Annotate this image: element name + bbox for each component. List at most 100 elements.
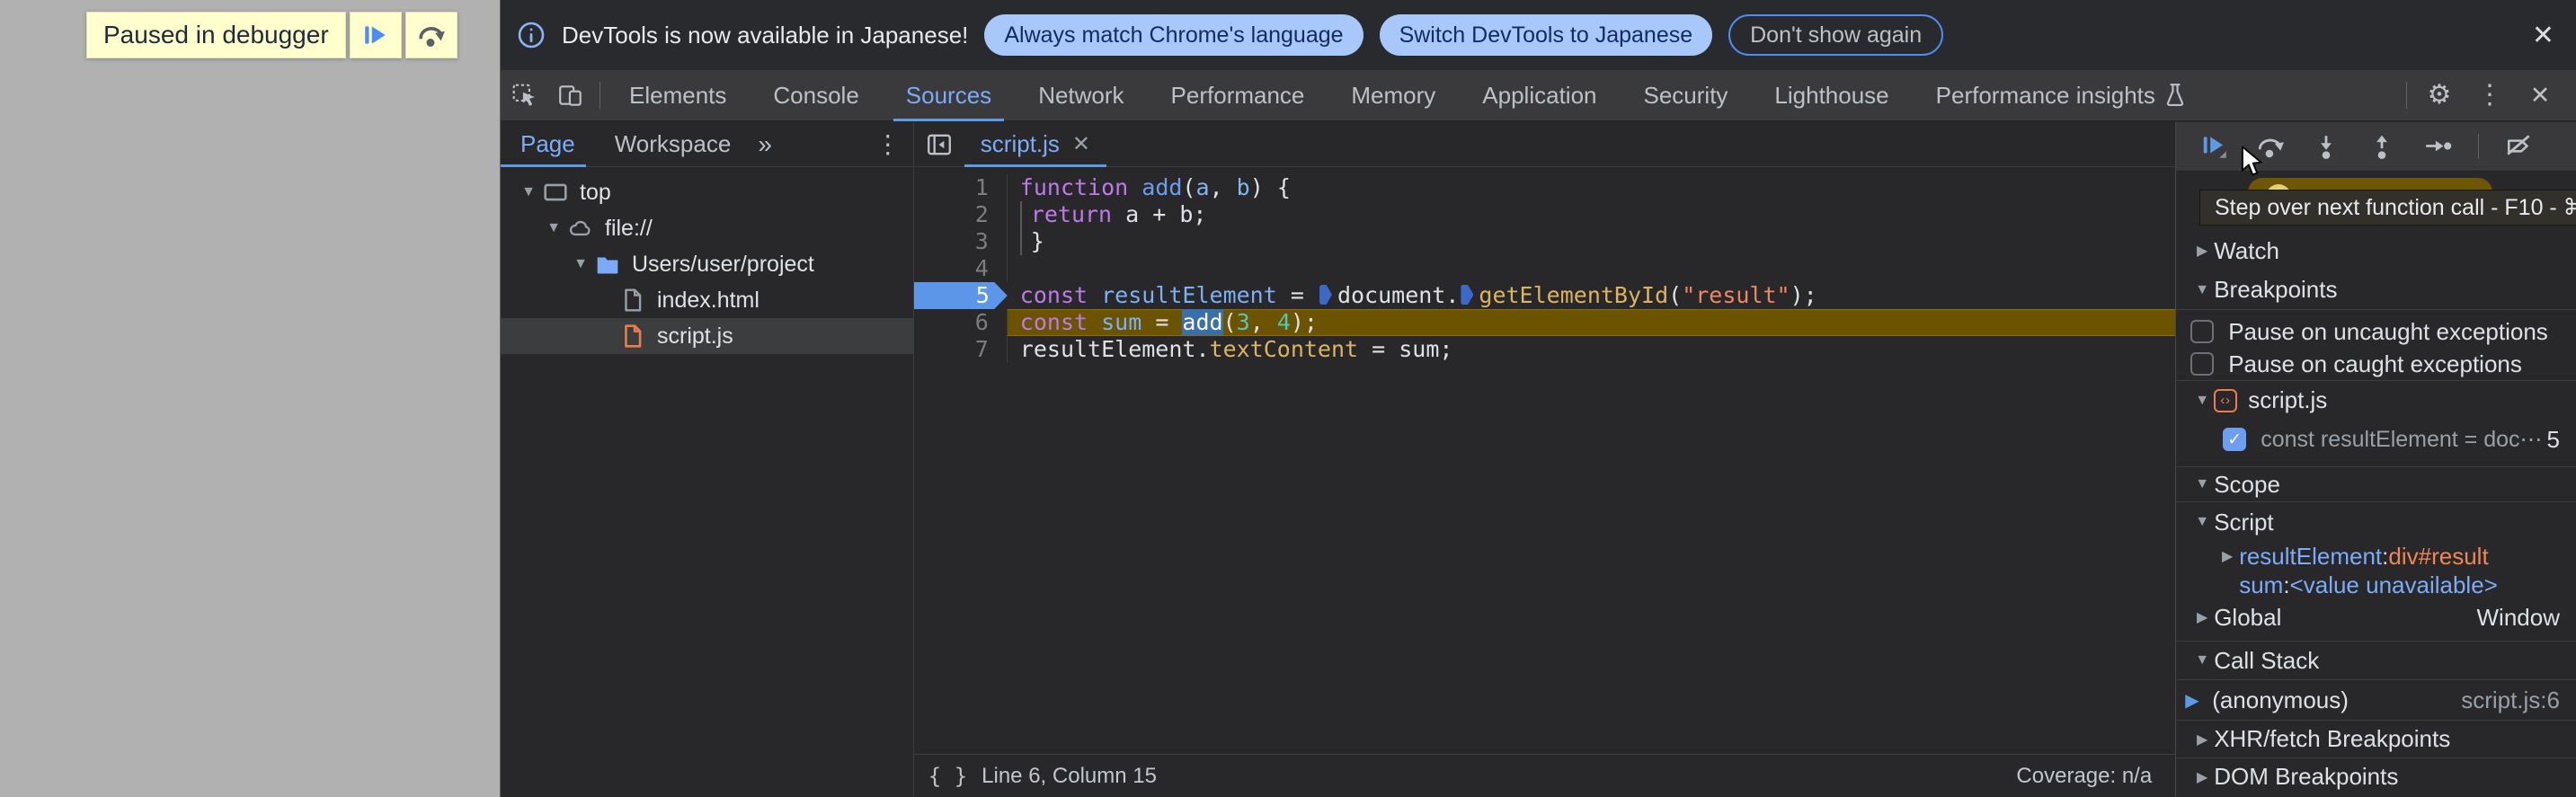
section-scope[interactable]: ▼ Scope (2176, 466, 2576, 502)
more-tabs-chevron[interactable]: » (751, 130, 779, 159)
code-editor[interactable]: 1 function add(a, b) {2 return a + b; 3} 4 5 c… (913, 167, 2176, 754)
paused-in-debugger-overlay: Paused in debugger (86, 12, 457, 58)
navigator-menu-kebab-icon[interactable]: ⋮ (875, 131, 913, 157)
breakpoint-group-script-js[interactable]: ▼ ‹› script.js (2176, 380, 2576, 420)
code-token: a + b; (1125, 201, 1207, 227)
line-number[interactable]: 4 (914, 255, 1008, 282)
code-token: 3 (1236, 309, 1250, 335)
line-number[interactable]: 7 (914, 336, 1008, 363)
code-line[interactable]: function add(a, b) { (1008, 174, 2175, 201)
step-out-of-current-function-button[interactable] (2367, 131, 2397, 162)
tree-item-file-protocol[interactable]: ▼ file:// (501, 210, 913, 246)
scope-script-row[interactable]: ▼ Script (2176, 502, 2576, 542)
pause-caught-row[interactable]: Pause on caught exceptions (2176, 348, 2576, 380)
code-line[interactable]: } (1008, 228, 2175, 255)
caret-right-icon: ▶ (2197, 769, 2208, 785)
switch-devtools-japanese-button[interactable]: Switch DevTools to Japanese (1379, 14, 1713, 56)
scope-var-resultelement[interactable]: ▶ resultElement: div#result (2176, 542, 2576, 571)
devtools-window: DevTools is now available in Japanese! A… (500, 0, 2576, 797)
code-line[interactable]: const resultElement = document. getElemen… (1008, 282, 2175, 309)
pause-uncaught-checkbox[interactable] (2190, 320, 2215, 343)
tab-network[interactable]: Network (1015, 70, 1147, 121)
section-dom-breakpoints[interactable]: ▶ DOM Breakpoints (2176, 757, 2576, 795)
debugger-toolbar (2176, 122, 2576, 172)
frame-icon (540, 181, 571, 204)
tree-item-script-js[interactable]: script.js (501, 318, 913, 354)
breakpoint-checkbox[interactable]: ✓ (2223, 428, 2247, 451)
section-call-stack[interactable]: ▼ Call Stack (2176, 641, 2576, 680)
code-token: sum (1101, 309, 1142, 335)
scope-var-sum[interactable]: sum: <value unavailable> (2176, 571, 2576, 599)
code-token: "result" (1682, 282, 1790, 308)
settings-gear-icon[interactable]: ⚙ (2416, 77, 2463, 113)
code-line[interactable]: const sum = add(3, 4); (1007, 309, 2176, 336)
always-match-language-button[interactable]: Always match Chrome's language (984, 14, 1364, 56)
code-token: add (1141, 174, 1183, 200)
editor-tab-script-js[interactable]: script.js ✕ (964, 122, 1107, 167)
cloud-icon (565, 217, 596, 240)
line-number[interactable]: 6 (914, 309, 1008, 336)
continue-to-here-marker[interactable] (1461, 285, 1474, 305)
breakpoint-line-number: 5 (2546, 425, 2560, 453)
resume-script-execution-button[interactable] (2199, 131, 2230, 162)
scope-global-row[interactable]: ▶ Global Window (2176, 599, 2576, 635)
devtools-menu-kebab-icon[interactable]: ⋮ (2466, 77, 2513, 113)
caret-down-icon: ▼ (546, 220, 561, 235)
tab-page[interactable]: Page (501, 122, 595, 167)
dont-show-again-button[interactable]: Don't show again (1728, 14, 1944, 56)
pretty-print-icon[interactable]: { } (928, 764, 967, 789)
inspect-icon (512, 84, 535, 106)
pause-caught-checkbox[interactable] (2190, 352, 2215, 376)
caret-down-icon: ▼ (521, 184, 536, 199)
section-xhr-breakpoints[interactable]: ▶ XHR/fetch Breakpoints (2176, 720, 2576, 757)
step-icon (2426, 140, 2452, 152)
step-into-next-call-button[interactable] (2311, 131, 2341, 162)
execution-line-number[interactable]: 5 (913, 282, 1008, 309)
line-number[interactable]: 3 (914, 228, 1008, 255)
devtools-close-icon[interactable]: ✕ (2517, 77, 2563, 113)
caret-down-icon: ▼ (2195, 281, 2210, 297)
code-token (1019, 201, 1031, 228)
step-into-icon (2321, 136, 2332, 159)
deactivate-breakpoints-button[interactable] (2504, 131, 2535, 162)
tab-performance-insights[interactable]: Performance insights (1913, 70, 2209, 121)
global-value: Window (2476, 603, 2560, 631)
caret-right-icon: ▶ (2222, 549, 2234, 564)
tree-item-top[interactable]: ▼ top (501, 174, 913, 210)
hide-navigator-button[interactable] (914, 132, 964, 157)
tab-workspace[interactable]: Workspace (595, 122, 751, 167)
code-line[interactable]: return a + b; (1008, 201, 2175, 228)
tab-lighthouse[interactable]: Lighthouse (1751, 70, 1912, 121)
tab-memory[interactable]: Memory (1328, 70, 1459, 121)
code-token: , (1249, 309, 1277, 335)
resume-script-button[interactable] (349, 12, 402, 58)
tree-item-project-folder[interactable]: ▼ Users/user/project (501, 246, 913, 282)
infobar-close-icon[interactable]: ✕ (2532, 20, 2554, 51)
toggle-device-toolbar-button[interactable] (547, 77, 594, 113)
language-infobar: DevTools is now available in Japanese! A… (501, 0, 2576, 70)
tab-sources[interactable]: Sources (883, 70, 1015, 121)
inspect-element-button[interactable] (501, 77, 547, 113)
line-number[interactable]: 2 (914, 201, 1008, 228)
code-line[interactable]: resultElement.textContent = sum; (1008, 336, 2175, 363)
toolbar-separator (2478, 134, 2480, 159)
close-tab-icon[interactable]: ✕ (1072, 131, 1090, 157)
pause-uncaught-row[interactable]: Pause on uncaught exceptions (2176, 315, 2576, 348)
continue-to-here-marker[interactable] (1319, 285, 1332, 305)
step-over-button-overlay[interactable] (404, 12, 457, 58)
callstack-frame-row[interactable]: ▶ (anonymous) script.js:6 (2176, 680, 2576, 720)
caret-down-icon: ▼ (2195, 476, 2210, 491)
caret-right-icon: ▶ (2197, 731, 2208, 748)
tab-security[interactable]: Security (1621, 70, 1752, 121)
tab-application[interactable]: Application (1459, 70, 1620, 121)
tab-elements[interactable]: Elements (606, 70, 750, 121)
code-line[interactable] (1008, 255, 2175, 282)
step-button[interactable] (2422, 131, 2453, 162)
tab-performance[interactable]: Performance (1148, 70, 1328, 121)
line-number[interactable]: 1 (914, 174, 1008, 201)
tab-console[interactable]: Console (750, 70, 882, 121)
tree-item-index-html[interactable]: index.html (501, 282, 913, 318)
section-watch[interactable]: ▶ Watch (2176, 231, 2576, 270)
section-breakpoints[interactable]: ▼ Breakpoints (2176, 270, 2576, 310)
breakpoint-entry-row[interactable]: ✓ const resultElement = doc⋯ 5 (2176, 420, 2576, 459)
